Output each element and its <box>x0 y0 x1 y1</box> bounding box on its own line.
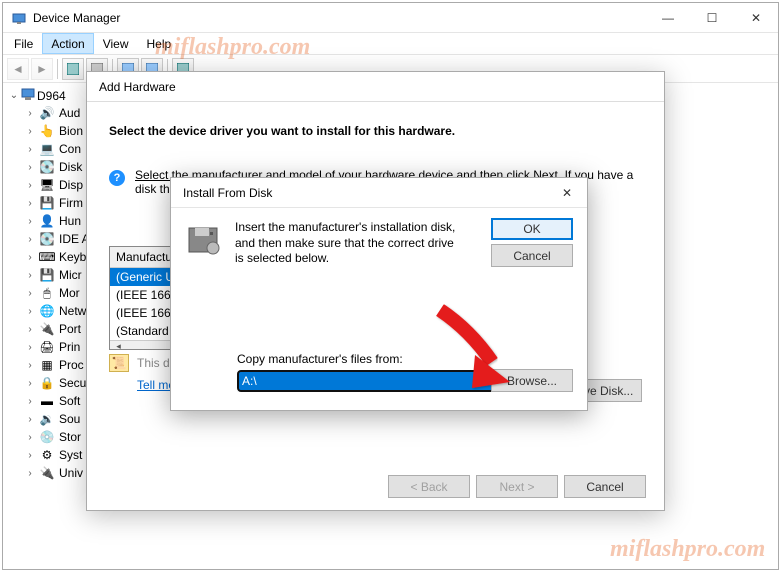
main-window-controls: — ☐ ✕ <box>646 3 778 32</box>
main-titlebar: Device Manager — ☐ ✕ <box>3 3 778 33</box>
device-icon: 💽 <box>39 231 55 247</box>
device-icon: 👤 <box>39 213 55 229</box>
toolbar-sep <box>57 59 58 79</box>
ifd-button-column: OK Cancel <box>491 218 573 267</box>
copy-label: Copy manufacturer's files from: <box>237 352 573 366</box>
device-icon: ▬ <box>39 393 55 409</box>
device-icon: ▦ <box>39 357 55 373</box>
wizard-heading: Select the device driver you want to ins… <box>109 124 642 138</box>
floppy-disk-icon <box>185 220 225 260</box>
ifd-cancel-button[interactable]: Cancel <box>491 244 573 267</box>
computer-icon <box>21 87 35 104</box>
ifd-title: Install From Disk <box>179 186 547 200</box>
expand-icon[interactable]: › <box>25 198 35 209</box>
menu-action[interactable]: Action <box>42 33 93 54</box>
ifd-close-button[interactable]: ✕ <box>547 178 587 207</box>
device-icon: 🖥 <box>39 177 55 193</box>
wizard-buttons: < Back Next > Cancel <box>388 475 646 498</box>
minimize-button[interactable]: — <box>646 3 690 32</box>
device-icon: 🌐 <box>39 303 55 319</box>
device-icon: 🔊 <box>39 105 55 121</box>
next-button[interactable]: Next > <box>476 475 558 498</box>
wizard-titlebar: Add Hardware <box>87 72 664 102</box>
expand-icon[interactable]: › <box>25 450 35 461</box>
close-button[interactable]: ✕ <box>734 3 778 32</box>
back-icon[interactable]: ◄ <box>7 58 29 80</box>
ifd-titlebar: Install From Disk ✕ <box>171 178 587 208</box>
expand-icon[interactable]: › <box>25 216 35 227</box>
device-icon: 🔉 <box>39 411 55 427</box>
forward-icon[interactable]: ► <box>31 58 53 80</box>
expand-icon[interactable]: › <box>25 126 35 137</box>
device-icon: 💿 <box>39 429 55 445</box>
device-icon: 🔌 <box>39 465 55 481</box>
expand-icon[interactable]: › <box>25 144 35 155</box>
menu-file[interactable]: File <box>5 33 42 54</box>
device-icon: 💾 <box>39 267 55 283</box>
wizard-title: Add Hardware <box>95 80 664 94</box>
expand-icon[interactable]: › <box>25 360 35 371</box>
expand-icon[interactable]: › <box>25 306 35 317</box>
wizard-cancel-button[interactable]: Cancel <box>564 475 646 498</box>
expand-icon[interactable]: › <box>25 432 35 443</box>
expand-icon[interactable]: › <box>25 378 35 389</box>
device-icon: ⌨ <box>39 249 55 265</box>
menu-view[interactable]: View <box>94 33 138 54</box>
device-icon: 👆 <box>39 123 55 139</box>
expand-icon[interactable]: › <box>25 288 35 299</box>
browse-button[interactable]: Browse... <box>491 369 573 392</box>
ifd-message: Insert the manufacturer's installation d… <box>235 220 465 267</box>
expand-icon[interactable]: › <box>25 468 35 479</box>
device-icon: 💽 <box>39 159 55 175</box>
maximize-button[interactable]: ☐ <box>690 3 734 32</box>
ok-button[interactable]: OK <box>491 218 573 240</box>
device-manager-icon <box>11 10 27 26</box>
install-from-disk-dialog: Install From Disk ✕ Insert the manufactu… <box>170 177 588 411</box>
expand-icon[interactable]: › <box>25 324 35 335</box>
device-icon: 🔌 <box>39 321 55 337</box>
expand-icon[interactable]: › <box>25 108 35 119</box>
toolbar-btn-1[interactable] <box>62 58 84 80</box>
certificate-icon: 📜 <box>109 354 129 372</box>
device-icon: 🖱 <box>39 285 55 301</box>
expand-icon[interactable]: › <box>25 414 35 425</box>
device-icon: 💾 <box>39 195 55 211</box>
device-icon: 🔒 <box>39 375 55 391</box>
scroll-left-icon[interactable]: ◂ <box>110 341 127 350</box>
device-icon: ⚙ <box>39 447 55 463</box>
expand-icon[interactable]: › <box>25 396 35 407</box>
expand-icon[interactable]: › <box>25 270 35 281</box>
root-label: D964 <box>37 89 66 103</box>
device-icon: 🖨 <box>39 339 55 355</box>
expand-icon[interactable]: › <box>25 252 35 263</box>
menu-help[interactable]: Help <box>138 33 181 54</box>
menubar: File Action View Help <box>3 33 778 55</box>
expand-icon[interactable]: › <box>25 234 35 245</box>
collapse-icon[interactable]: ⌄ <box>9 90 19 101</box>
expand-icon[interactable]: › <box>25 162 35 173</box>
expand-icon[interactable]: › <box>25 180 35 191</box>
expand-icon[interactable]: › <box>25 342 35 353</box>
device-icon: 💻 <box>39 141 55 157</box>
help-icon: ? <box>109 170 125 186</box>
back-button[interactable]: < Back <box>388 475 470 498</box>
main-title: Device Manager <box>33 11 646 25</box>
